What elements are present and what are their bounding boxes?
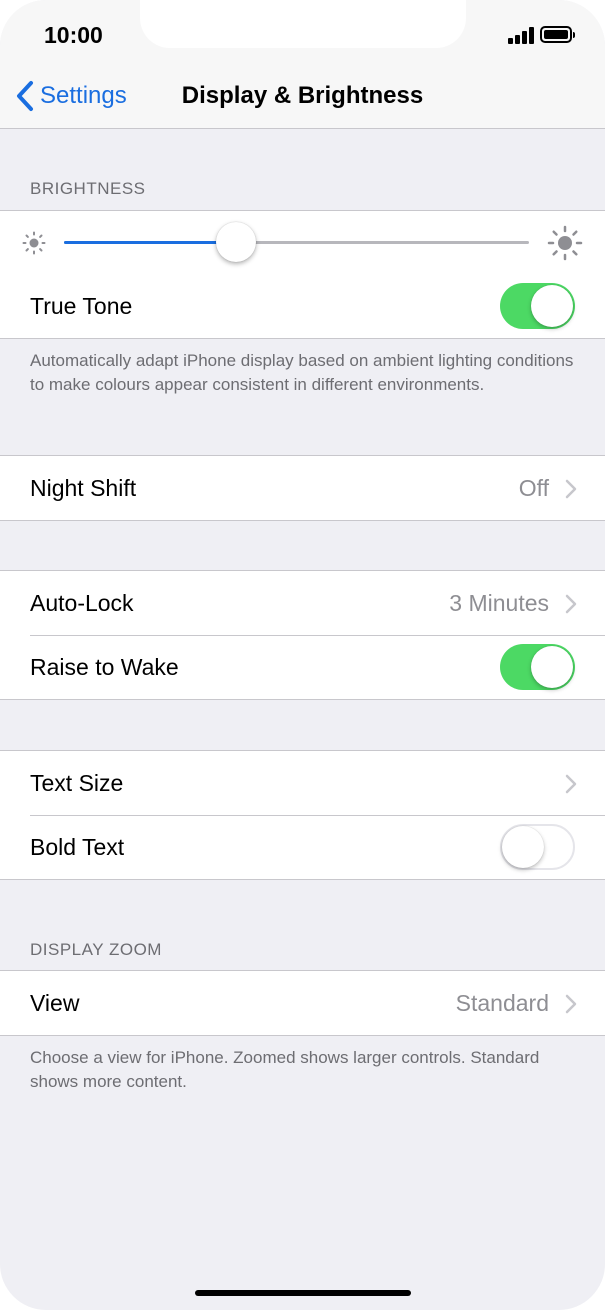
brightness-low-icon xyxy=(22,231,46,255)
display-zoom-section-header: DISPLAY ZOOM xyxy=(30,940,162,959)
phone-screen: 10:00 Settings Display & Brightness BRIG… xyxy=(0,0,605,1310)
display-zoom-description: Choose a view for iPhone. Zoomed shows l… xyxy=(30,1048,540,1091)
view-value: Standard xyxy=(455,989,549,1016)
status-time: 10:00 xyxy=(44,22,103,48)
bold-text-label: Bold Text xyxy=(30,833,125,860)
auto-lock-label: Auto-Lock xyxy=(30,589,134,616)
status-bar: 10:00 xyxy=(0,0,605,62)
brightness-section-header: BRIGHTNESS xyxy=(30,179,146,198)
night-shift-group: Night Shift Off xyxy=(0,455,605,521)
view-label: View xyxy=(30,989,80,1016)
raise-to-wake-row: Raise to Wake xyxy=(0,635,605,699)
brightness-slider[interactable] xyxy=(0,211,605,274)
text-size-label: Text Size xyxy=(30,769,124,796)
brightness-high-icon xyxy=(547,225,583,261)
page-title: Display & Brightness xyxy=(181,82,424,109)
chevron-right-icon xyxy=(565,774,577,794)
raise-to-wake-toggle[interactable] xyxy=(500,644,575,690)
auto-lock-value: 3 Minutes xyxy=(449,589,549,616)
true-tone-row: True Tone xyxy=(0,274,605,338)
raise-to-wake-label: Raise to Wake xyxy=(30,653,179,680)
battery-icon xyxy=(540,26,575,43)
brightness-slider-thumb[interactable] xyxy=(216,222,257,262)
view-row[interactable]: View Standard xyxy=(0,971,605,1035)
lock-group: Auto-Lock 3 Minutes Raise to Wake xyxy=(0,570,605,700)
bold-text-toggle[interactable] xyxy=(500,824,575,870)
auto-lock-row[interactable]: Auto-Lock 3 Minutes xyxy=(0,571,605,635)
true-tone-description: Automatically adapt iPhone display based… xyxy=(30,351,574,394)
text-group: Text Size Bold Text xyxy=(0,750,605,880)
true-tone-label: True Tone xyxy=(30,292,133,319)
signal-icon xyxy=(508,26,536,44)
chevron-right-icon xyxy=(565,994,577,1014)
text-size-row[interactable]: Text Size xyxy=(0,751,605,815)
chevron-right-icon xyxy=(565,479,577,499)
night-shift-value: Off xyxy=(518,474,549,501)
display-zoom-group: View Standard xyxy=(0,970,605,1036)
brightness-group: True Tone xyxy=(0,210,605,339)
home-indicator[interactable] xyxy=(195,1290,411,1296)
true-tone-toggle[interactable] xyxy=(500,283,575,329)
chevron-right-icon xyxy=(565,594,577,614)
navigation-bar: Settings Display & Brightness xyxy=(0,62,605,129)
night-shift-label: Night Shift xyxy=(30,474,137,501)
notch xyxy=(140,0,466,48)
night-shift-row[interactable]: Night Shift Off xyxy=(0,456,605,520)
brightness-slider-fill xyxy=(64,241,237,244)
bold-text-row: Bold Text xyxy=(0,815,605,879)
